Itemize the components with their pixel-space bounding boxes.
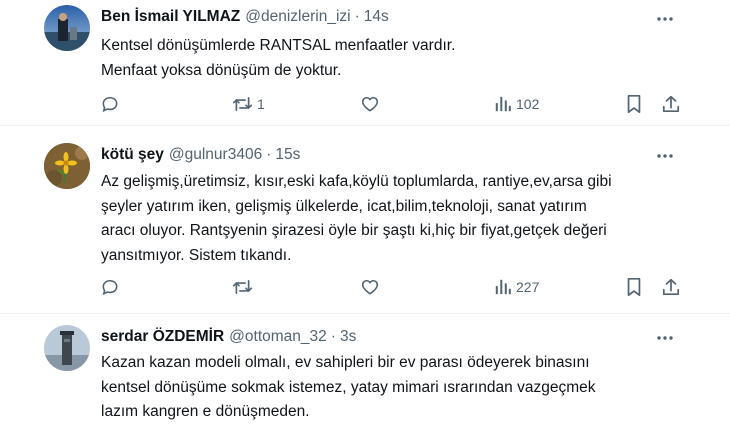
tweet-time[interactable]: 15s <box>275 146 300 164</box>
retweet-button[interactable]: 1 <box>232 93 265 115</box>
tweet-1[interactable]: Ben İsmail YILMAZ @denizlerin_izi · 14s … <box>0 0 730 125</box>
views-count: 102 <box>516 96 540 112</box>
avatar[interactable] <box>44 5 90 51</box>
tweet-time[interactable]: 14s <box>364 8 389 26</box>
share-icon <box>662 277 680 297</box>
retweet-button[interactable] <box>232 276 253 298</box>
like-button[interactable] <box>360 93 380 115</box>
bookmark-icon <box>625 277 643 297</box>
more-icon[interactable] <box>655 9 675 29</box>
author-name[interactable]: serdar ÖZDEMİR <box>101 328 224 346</box>
tweet-text-line: Kazan kazan modeli olmalı, ev sahipleri … <box>101 354 590 371</box>
more-icon[interactable] <box>655 146 675 166</box>
reply-button[interactable] <box>100 93 120 115</box>
retweet-icon <box>232 94 253 114</box>
tweet-text-line: Az gelişmiş,üretimsiz, kısır,eski kafa,k… <box>101 173 612 190</box>
more-icon[interactable] <box>655 328 675 348</box>
reply-icon <box>100 94 120 114</box>
share-button[interactable] <box>662 93 680 115</box>
tweet-text-line: Menfaat yoksa dönüşüm de yoktur. <box>101 61 342 79</box>
views-icon <box>494 95 512 113</box>
like-icon <box>360 277 380 297</box>
action-bar: 1 102 <box>0 93 730 115</box>
avatar[interactable] <box>44 325 90 371</box>
tweet-text-line: lazım kangren e dönüşmeden. <box>101 403 310 420</box>
tweet-text-line: aracı oluyor. Rantşyenin şirazesi öyle b… <box>101 222 607 239</box>
author-handle[interactable]: @denizlerin_izi <box>245 8 350 26</box>
author-handle[interactable]: @ottoman_32 <box>229 328 327 346</box>
tweet-2[interactable]: kötü şey @gulnur3406 · 15s Az gelişmiş,ü… <box>0 126 730 313</box>
retweet-count: 1 <box>257 96 265 112</box>
separator-dot: · <box>354 8 360 25</box>
action-bar: 227 <box>0 276 730 298</box>
views-icon <box>494 278 512 296</box>
bookmark-icon <box>625 94 643 114</box>
separator-dot: · <box>330 328 336 345</box>
retweet-icon <box>232 277 253 297</box>
reply-button[interactable] <box>100 276 120 298</box>
like-icon <box>360 94 380 114</box>
views-count: 227 <box>516 279 540 295</box>
separator-dot: · <box>266 146 272 163</box>
tweet-text-line: şeyler yatırım iken, gelişmiş ülkelerde,… <box>101 197 587 215</box>
tweet-text: Kentsel dönüşümlerde RANTSAL menfaatler … <box>101 34 701 83</box>
tweet-text-line: Kentsel dönüşümlerde RANTSAL menfaatler … <box>101 37 456 54</box>
author-name[interactable]: kötü şey <box>101 146 164 164</box>
like-button[interactable] <box>360 276 380 298</box>
avatar[interactable] <box>44 143 90 189</box>
author-handle[interactable]: @gulnur3406 <box>169 146 262 164</box>
reply-icon <box>100 277 120 297</box>
author-name[interactable]: Ben İsmail YILMAZ <box>101 8 240 26</box>
views-button[interactable]: 102 <box>494 93 539 115</box>
tweet-text-line: yansıtmıyor. Sistem tıkandı. <box>101 246 292 264</box>
tweet-text: Kazan kazan modeli olmalı, ev sahipleri … <box>101 351 701 425</box>
tweet-time[interactable]: 3s <box>340 328 356 346</box>
share-icon <box>662 94 680 114</box>
tweet-3[interactable]: serdar ÖZDEMİR @ottoman_32 · 3s Kazan ka… <box>0 314 730 420</box>
bookmark-button[interactable] <box>625 276 643 298</box>
bookmark-button[interactable] <box>625 93 643 115</box>
tweet-text: Az gelişmiş,üretimsiz, kısır,eski kafa,k… <box>101 170 701 268</box>
tweet-text-line: kentsel dönüşüme sokmak istemez, yatay m… <box>101 378 596 396</box>
views-button[interactable]: 227 <box>494 276 539 298</box>
share-button[interactable] <box>662 276 680 298</box>
